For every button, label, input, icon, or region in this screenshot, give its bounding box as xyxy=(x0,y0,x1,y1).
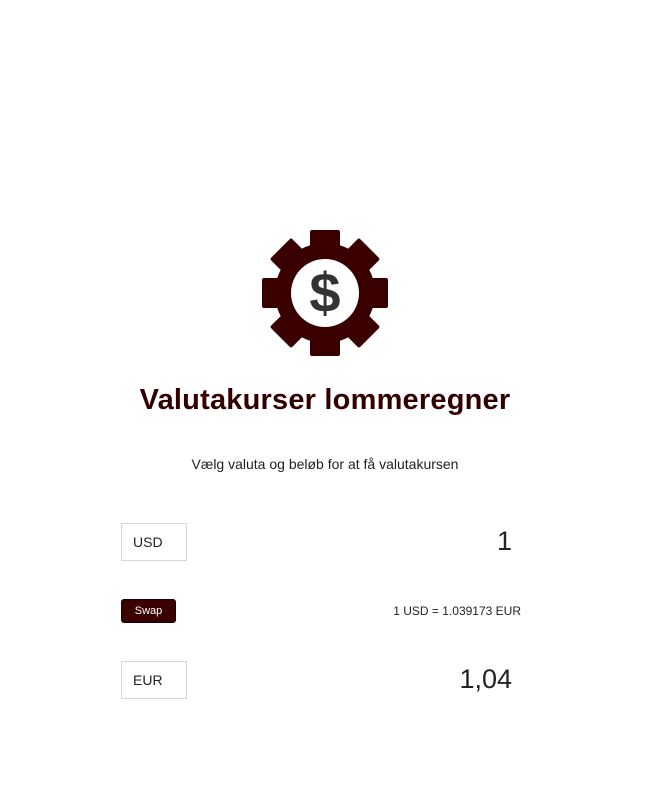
to-amount-output[interactable]: 1,04 xyxy=(312,664,512,695)
currency-converter-app: $ Valutakurser lommeregner Vælg valuta o… xyxy=(0,0,650,800)
from-currency-select[interactable]: USD xyxy=(121,523,187,561)
from-amount-input[interactable]: 1 xyxy=(312,526,512,557)
gear-dollar-icon: $ xyxy=(262,230,388,356)
page-subtitle: Vælg valuta og beløb for at få valutakur… xyxy=(191,456,459,472)
page-title: Valutakurser lommeregner xyxy=(139,384,511,416)
dollar-sign: $ xyxy=(309,261,340,324)
swap-button[interactable]: Swap xyxy=(121,599,176,623)
exchange-rate-text: 1 USD = 1.039173 EUR xyxy=(393,604,521,618)
to-currency-select[interactable]: EUR xyxy=(121,661,187,699)
